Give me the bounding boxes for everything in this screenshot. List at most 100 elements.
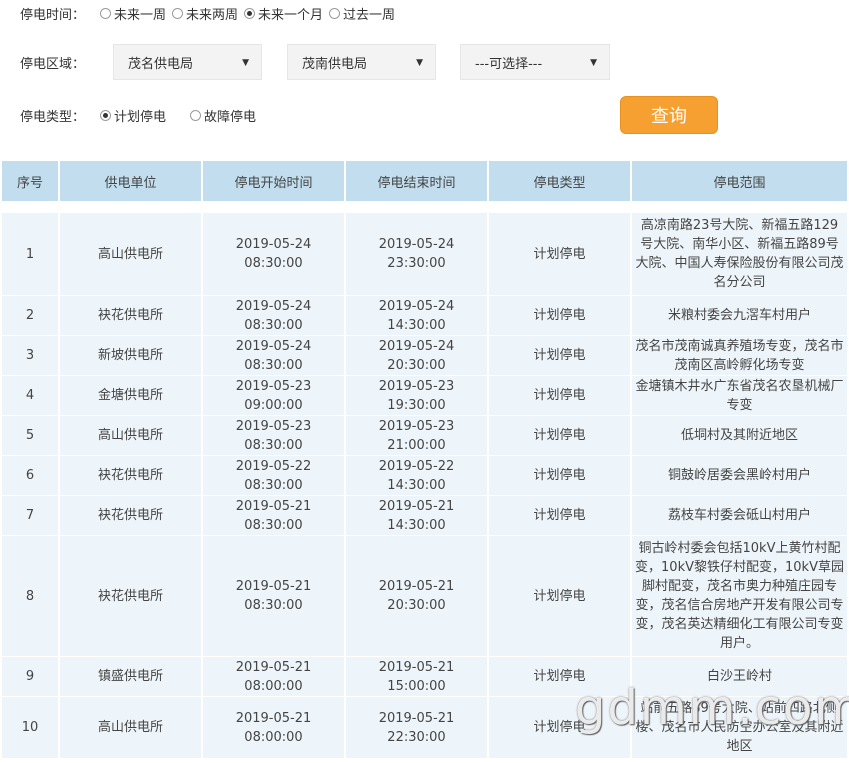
station-select[interactable]: ---可选择--- ▼	[460, 44, 610, 80]
radio-next-two-weeks[interactable]: 未来两周	[172, 4, 238, 23]
cell-start-time: 2019-05-21 08:30:00	[203, 536, 346, 656]
radio-next-month[interactable]: 未来一个月	[244, 4, 323, 23]
cell-range: 铜鼓岭居委会黑岭村用户	[667, 468, 811, 483]
radio-past-week[interactable]: 过去一周	[329, 4, 395, 23]
radio-planned-outage[interactable]: 计划停电	[100, 106, 166, 125]
header-end-time: 停电结束时间	[346, 161, 489, 201]
cell-end-time: 2019-05-21 22:30:00	[346, 697, 489, 758]
cell-end-time: 2019-05-24 14:30:00	[346, 296, 489, 335]
cell-type: 计划停电	[489, 376, 632, 415]
cell-range: 米粮村委会九滘车村用户	[667, 308, 811, 323]
bureau-select-value: 茂名供电局	[128, 56, 194, 72]
table-row: 1 高山供电所 2019-05-24 08:30:00 2019-05-24 2…	[2, 213, 847, 296]
cell-type: 计划停电	[489, 496, 632, 535]
table-row: 6 袂花供电所 2019-05-22 08:30:00 2019-05-22 1…	[2, 456, 847, 496]
filter-type-label: 停电类型：	[20, 109, 86, 125]
cell-start-time: 2019-05-21 08:30:00	[203, 496, 346, 535]
cell-start-time: 2019-05-21 08:00:00	[203, 657, 346, 696]
dropdown-arrow-icon: ▼	[590, 58, 597, 68]
station-select-value: ---可选择---	[475, 56, 543, 72]
cell-type: 计划停电	[489, 296, 632, 335]
table-row: 7 袂花供电所 2019-05-21 08:30:00 2019-05-21 1…	[2, 496, 847, 536]
cell-type: 计划停电	[489, 213, 632, 295]
cell-unit: 金塘供电所	[60, 376, 203, 415]
cell-end-time: 2019-05-22 14:30:00	[346, 456, 489, 495]
cell-end-time: 2019-05-21 14:30:00	[346, 496, 489, 535]
cell-index: 8	[2, 536, 60, 656]
radio-icon[interactable]	[190, 109, 202, 121]
filter-area-row: 停电区域：	[0, 49, 100, 75]
radio-label: 计划停电	[114, 109, 167, 125]
outage-table: 序号 供电单位 停电开始时间 停电结束时间 停电类型 停电范围 1 高山供电所 …	[2, 161, 847, 759]
cell-range: 金塘镇木井水广东省茂名农垦机械厂专变	[635, 378, 844, 413]
cell-start-time: 2019-05-24 08:30:00	[203, 213, 346, 295]
cell-end-time: 2019-05-23 19:30:00	[346, 376, 489, 415]
cell-start-time: 2019-05-22 08:30:00	[203, 456, 346, 495]
cell-index: 10	[2, 697, 60, 758]
cell-index: 7	[2, 496, 60, 535]
sub-bureau-select[interactable]: 茂南供电局 ▼	[287, 44, 436, 80]
cell-type: 计划停电	[489, 456, 632, 495]
cell-range: 铜古岭村委会包括10kV上黄竹村配变，10kV黎铁仔村配变，10kV草园脚村配变…	[635, 541, 844, 651]
filter-type-row: 停电类型： 计划停电 故障停电	[0, 102, 262, 128]
cell-range: 茂名市茂南诚真养殖场专变，茂名市茂南区高岭孵化场专变	[635, 338, 844, 373]
cell-range: 荔枝车村委会砥山村用户	[667, 508, 811, 523]
radio-selected-icon[interactable]	[244, 7, 256, 19]
radio-next-week[interactable]: 未来一周	[100, 4, 166, 23]
bureau-select[interactable]: 茂名供电局 ▼	[113, 44, 262, 80]
cell-start-time: 2019-05-23 08:30:00	[203, 416, 346, 455]
header-start-time: 停电开始时间	[203, 161, 346, 201]
cell-end-time: 2019-05-23 21:00:00	[346, 416, 489, 455]
cell-index: 3	[2, 336, 60, 375]
radio-label: 未来一周	[114, 7, 167, 23]
cell-index: 5	[2, 416, 60, 455]
table-row: 5 高山供电所 2019-05-23 08:30:00 2019-05-23 2…	[2, 416, 847, 456]
table-body: 1 高山供电所 2019-05-24 08:30:00 2019-05-24 2…	[2, 213, 847, 759]
cell-unit: 袂花供电所	[60, 456, 203, 495]
cell-unit: 袂花供电所	[60, 296, 203, 335]
cell-unit: 新坡供电所	[60, 336, 203, 375]
cell-start-time: 2019-05-24 08:30:00	[203, 336, 346, 375]
dropdown-arrow-icon: ▼	[242, 58, 249, 68]
cell-unit: 高山供电所	[60, 213, 203, 295]
cell-end-time: 2019-05-21 20:30:00	[346, 536, 489, 656]
cell-start-time: 2019-05-24 08:30:00	[203, 296, 346, 335]
radio-label: 未来两周	[186, 7, 239, 23]
header-outage-range: 停电范围	[632, 161, 847, 201]
cell-range: 白沙王岭村	[706, 669, 772, 684]
cell-type: 计划停电	[489, 336, 632, 375]
table-row: 8 袂花供电所 2019-05-21 08:30:00 2019-05-21 2…	[2, 536, 847, 657]
radio-label: 故障停电	[204, 109, 257, 125]
cell-start-time: 2019-05-23 09:00:00	[203, 376, 346, 415]
header-outage-type: 停电类型	[489, 161, 632, 201]
table-row: 3 新坡供电所 2019-05-24 08:30:00 2019-05-24 2…	[2, 336, 847, 376]
sub-bureau-select-value: 茂南供电局	[302, 56, 368, 72]
table-row: 9 镇盛供电所 2019-05-21 08:00:00 2019-05-21 1…	[2, 657, 847, 697]
radio-icon[interactable]	[100, 7, 111, 19]
radio-label: 未来一个月	[258, 7, 324, 23]
radio-icon[interactable]	[329, 7, 341, 19]
cell-type: 计划停电	[489, 536, 632, 656]
cell-index: 2	[2, 296, 60, 335]
query-button[interactable]: 查询	[620, 96, 718, 134]
header-unit: 供电单位	[60, 161, 203, 201]
filter-time-row: 停电时间： 未来一周 未来两周 未来一个月 过去一周	[0, 0, 401, 26]
table-row: 10 高山供电所 2019-05-21 08:00:00 2019-05-21 …	[2, 697, 847, 759]
cell-unit: 袂花供电所	[60, 536, 203, 656]
dropdown-arrow-icon: ▼	[416, 58, 423, 68]
cell-range: 站前五路89号大院、站前四路北侧楼、茂名市人民防空办公室及其附近地区	[635, 701, 844, 754]
cell-end-time: 2019-05-21 15:00:00	[346, 657, 489, 696]
radio-fault-outage[interactable]: 故障停电	[190, 106, 256, 125]
cell-unit: 袂花供电所	[60, 496, 203, 535]
filter-time-label: 停电时间：	[20, 7, 86, 23]
cell-type: 计划停电	[489, 697, 632, 758]
cell-range: 高凉南路23号大院、新福五路129号大院、南华小区、新福五路89号大院、中国人寿…	[635, 218, 844, 290]
table-header: 序号 供电单位 停电开始时间 停电结束时间 停电类型 停电范围	[2, 161, 847, 201]
cell-unit: 高山供电所	[60, 416, 203, 455]
radio-label: 过去一周	[343, 7, 396, 23]
radio-icon[interactable]	[172, 7, 184, 19]
radio-selected-icon[interactable]	[100, 109, 111, 121]
header-index: 序号	[2, 161, 60, 201]
filter-area-label: 停电区域：	[20, 56, 86, 72]
cell-end-time: 2019-05-24 23:30:00	[346, 213, 489, 295]
